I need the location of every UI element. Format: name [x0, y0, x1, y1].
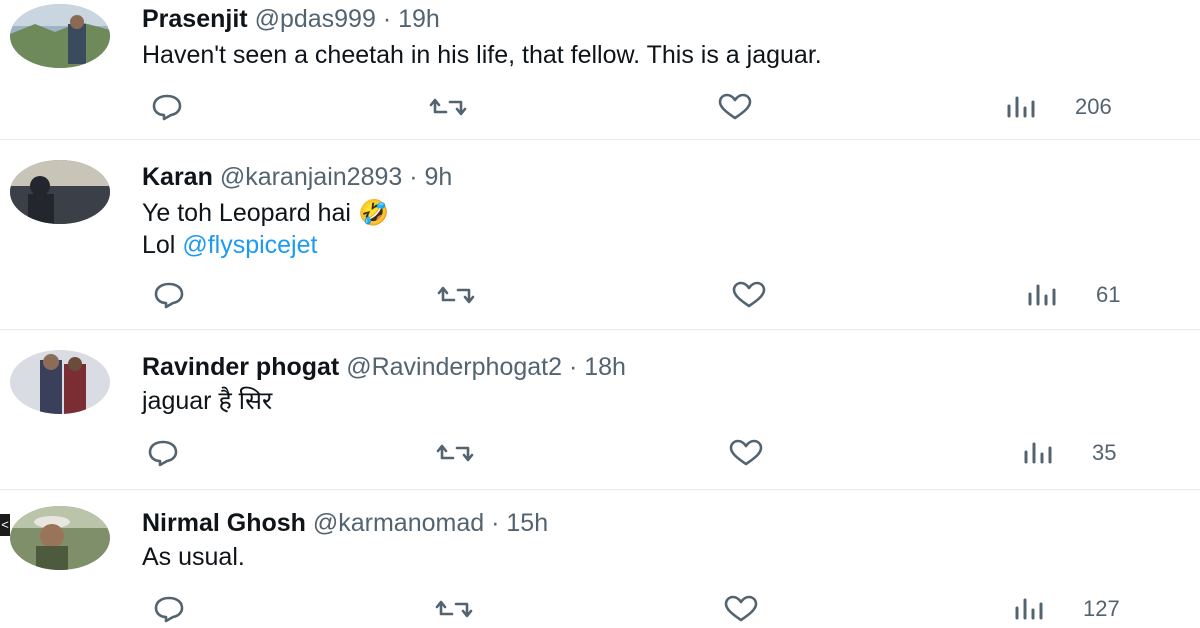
heart-icon	[729, 439, 763, 466]
reply-icon	[154, 596, 184, 623]
left-edge-arrow[interactable]: <	[0, 514, 10, 536]
tweet-text: As usual.	[142, 541, 245, 573]
retweet-icon	[429, 98, 467, 116]
reply-button[interactable]	[152, 278, 186, 312]
tweet-text: Haven't seen a cheetah in his life, that…	[142, 39, 822, 71]
action-bar: 61	[0, 278, 1200, 312]
tweet-text: Ye toh Leopard hai 🤣 Lol @flyspicejet	[142, 197, 389, 261]
reply-button[interactable]	[150, 90, 184, 124]
views-icon	[1015, 598, 1043, 620]
views-button[interactable]: 35	[1020, 436, 1116, 470]
avatar[interactable]	[10, 4, 110, 68]
tweet-text-line: jaguar है सिर	[142, 387, 273, 415]
retweet-icon	[437, 286, 475, 304]
reply-button[interactable]	[146, 436, 180, 470]
views-count: 206	[1075, 94, 1112, 119]
retweet-icon	[436, 444, 474, 462]
display-name[interactable]: Ravinder phogat	[142, 353, 339, 381]
tweet-text-line: Ye toh Leopard hai	[142, 199, 351, 227]
avatar[interactable]	[10, 160, 110, 224]
mention-link[interactable]: @flyspicejet	[182, 231, 317, 259]
heart-icon	[718, 93, 752, 120]
avatar[interactable]	[10, 350, 110, 414]
action-bar: 35	[0, 436, 1200, 470]
tweet-text-line: Haven't seen a cheetah in his life, that…	[142, 41, 822, 69]
reply-tweet[interactable]: Ravinder phogat @Ravinderphogat2 · 18h j…	[0, 330, 1200, 490]
like-button[interactable]	[716, 90, 754, 124]
display-name[interactable]: Nirmal Ghosh	[142, 509, 306, 537]
separator-dot: ·	[491, 509, 500, 537]
reply-tweet[interactable]: Prasenjit @pdas999 · 19h Haven't seen a …	[0, 0, 1200, 140]
tweet-header: Nirmal Ghosh @karmanomad · 15h	[142, 508, 548, 538]
user-handle[interactable]: @Ravinderphogat2	[346, 353, 562, 381]
views-button[interactable]: 61	[1024, 278, 1120, 312]
like-button[interactable]	[730, 278, 768, 312]
views-count: 127	[1083, 596, 1120, 621]
like-button[interactable]	[722, 592, 760, 626]
action-bar: 127	[0, 592, 1200, 626]
tweet-text-line: Lol	[142, 231, 183, 259]
views-button[interactable]: 127	[1011, 592, 1120, 626]
laughing-emoji: 🤣	[357, 199, 390, 227]
separator-dot: ·	[382, 5, 392, 33]
reply-tweet[interactable]: Nirmal Ghosh @karmanomad · 15h As usual.…	[0, 490, 1200, 628]
timestamp[interactable]: 18h	[584, 353, 626, 381]
tweet-header: Karan @karanjain2893 · 9h	[142, 162, 452, 192]
display-name[interactable]: Karan	[142, 163, 213, 191]
timestamp[interactable]: 9h	[425, 163, 453, 191]
retweet-button[interactable]	[434, 592, 474, 626]
retweet-icon	[435, 600, 473, 618]
views-count: 35	[1092, 440, 1117, 465]
views-count: 61	[1096, 282, 1121, 307]
user-handle[interactable]: @karanjain2893	[220, 163, 402, 191]
views-icon	[1028, 284, 1056, 306]
views-icon	[1007, 96, 1035, 118]
reply-icon	[148, 440, 178, 467]
heart-icon	[732, 281, 766, 308]
views-button[interactable]: 206	[1003, 90, 1112, 124]
reply-icon	[152, 94, 182, 121]
avatar[interactable]	[10, 506, 110, 570]
reply-icon	[154, 282, 184, 309]
timestamp[interactable]: 15h	[506, 509, 548, 537]
tweet-header: Ravinder phogat @Ravinderphogat2 · 18h	[142, 352, 626, 382]
heart-icon	[724, 595, 758, 622]
retweet-button[interactable]	[436, 278, 476, 312]
reply-button[interactable]	[152, 592, 186, 626]
retweet-button[interactable]	[428, 90, 468, 124]
user-handle[interactable]: @pdas999	[255, 5, 376, 33]
display-name[interactable]: Prasenjit	[142, 5, 248, 33]
tweet-header: Prasenjit @pdas999 · 19h	[142, 4, 440, 34]
separator-dot: ·	[409, 163, 418, 191]
timestamp[interactable]: 19h	[398, 5, 440, 33]
tweet-text: jaguar है सिर	[142, 385, 272, 417]
reply-tweet[interactable]: Karan @karanjain2893 · 9h Ye toh Leopard…	[0, 140, 1200, 330]
views-icon	[1024, 442, 1052, 464]
like-button[interactable]	[727, 436, 765, 470]
separator-dot: ·	[568, 353, 578, 381]
tweet-text-line: As usual.	[142, 543, 245, 571]
action-bar: 206	[0, 90, 1200, 124]
user-handle[interactable]: @karmanomad	[313, 509, 484, 537]
retweet-button[interactable]	[435, 436, 475, 470]
